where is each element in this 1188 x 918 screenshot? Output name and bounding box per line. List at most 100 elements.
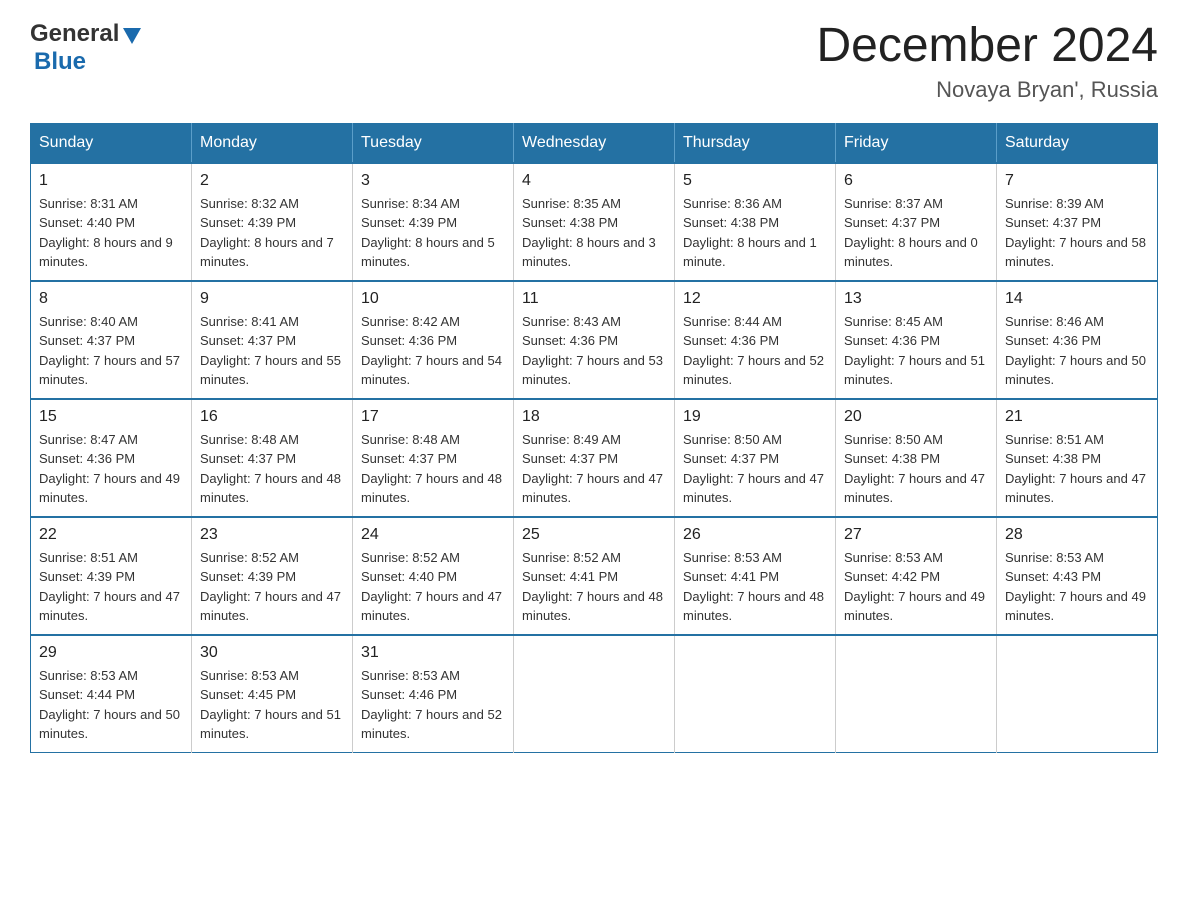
- calendar-day-cell: 8 Sunrise: 8:40 AM Sunset: 4:37 PM Dayli…: [31, 281, 192, 399]
- calendar-day-header: Monday: [192, 123, 353, 163]
- page-header: General Blue December 2024 Novaya Bryan'…: [30, 20, 1158, 103]
- day-info: Sunrise: 8:32 AM Sunset: 4:39 PM Dayligh…: [200, 194, 344, 272]
- title-block: December 2024 Novaya Bryan', Russia: [816, 20, 1158, 103]
- day-number: 14: [1005, 290, 1149, 308]
- calendar-day-header: Friday: [836, 123, 997, 163]
- calendar-day-header: Tuesday: [353, 123, 514, 163]
- calendar-day-cell: 16 Sunrise: 8:48 AM Sunset: 4:37 PM Dayl…: [192, 399, 353, 517]
- calendar-day-cell: 14 Sunrise: 8:46 AM Sunset: 4:36 PM Dayl…: [997, 281, 1158, 399]
- logo-triangle-icon: [121, 24, 143, 46]
- logo-general-text: General: [30, 20, 119, 48]
- day-info: Sunrise: 8:53 AM Sunset: 4:44 PM Dayligh…: [39, 666, 183, 744]
- day-info: Sunrise: 8:37 AM Sunset: 4:37 PM Dayligh…: [844, 194, 988, 272]
- day-info: Sunrise: 8:45 AM Sunset: 4:36 PM Dayligh…: [844, 312, 988, 390]
- calendar-day-cell: 31 Sunrise: 8:53 AM Sunset: 4:46 PM Dayl…: [353, 635, 514, 753]
- calendar-day-cell: 6 Sunrise: 8:37 AM Sunset: 4:37 PM Dayli…: [836, 163, 997, 281]
- calendar-day-cell: 27 Sunrise: 8:53 AM Sunset: 4:42 PM Dayl…: [836, 517, 997, 635]
- logo: General Blue: [30, 20, 143, 76]
- day-number: 23: [200, 526, 344, 544]
- day-number: 9: [200, 290, 344, 308]
- day-info: Sunrise: 8:52 AM Sunset: 4:40 PM Dayligh…: [361, 548, 505, 626]
- calendar-day-cell: 11 Sunrise: 8:43 AM Sunset: 4:36 PM Dayl…: [514, 281, 675, 399]
- day-number: 20: [844, 408, 988, 426]
- day-info: Sunrise: 8:49 AM Sunset: 4:37 PM Dayligh…: [522, 430, 666, 508]
- calendar-day-header: Thursday: [675, 123, 836, 163]
- day-info: Sunrise: 8:48 AM Sunset: 4:37 PM Dayligh…: [200, 430, 344, 508]
- calendar-week-row: 15 Sunrise: 8:47 AM Sunset: 4:36 PM Dayl…: [31, 399, 1158, 517]
- day-info: Sunrise: 8:53 AM Sunset: 4:43 PM Dayligh…: [1005, 548, 1149, 626]
- day-number: 18: [522, 408, 666, 426]
- calendar-week-row: 22 Sunrise: 8:51 AM Sunset: 4:39 PM Dayl…: [31, 517, 1158, 635]
- day-info: Sunrise: 8:41 AM Sunset: 4:37 PM Dayligh…: [200, 312, 344, 390]
- calendar-day-cell: [836, 635, 997, 753]
- calendar-day-cell: 9 Sunrise: 8:41 AM Sunset: 4:37 PM Dayli…: [192, 281, 353, 399]
- calendar-day-cell: 26 Sunrise: 8:53 AM Sunset: 4:41 PM Dayl…: [675, 517, 836, 635]
- day-info: Sunrise: 8:40 AM Sunset: 4:37 PM Dayligh…: [39, 312, 183, 390]
- calendar-day-cell: 3 Sunrise: 8:34 AM Sunset: 4:39 PM Dayli…: [353, 163, 514, 281]
- day-number: 10: [361, 290, 505, 308]
- day-number: 29: [39, 644, 183, 662]
- calendar-day-cell: 17 Sunrise: 8:48 AM Sunset: 4:37 PM Dayl…: [353, 399, 514, 517]
- day-number: 28: [1005, 526, 1149, 544]
- calendar-day-cell: 21 Sunrise: 8:51 AM Sunset: 4:38 PM Dayl…: [997, 399, 1158, 517]
- page-title: December 2024: [816, 20, 1158, 73]
- calendar-day-cell: 20 Sunrise: 8:50 AM Sunset: 4:38 PM Dayl…: [836, 399, 997, 517]
- day-info: Sunrise: 8:51 AM Sunset: 4:38 PM Dayligh…: [1005, 430, 1149, 508]
- calendar-day-cell: 28 Sunrise: 8:53 AM Sunset: 4:43 PM Dayl…: [997, 517, 1158, 635]
- logo-blue-text: Blue: [34, 48, 86, 76]
- calendar-day-header: Sunday: [31, 123, 192, 163]
- calendar-day-cell: [675, 635, 836, 753]
- day-info: Sunrise: 8:50 AM Sunset: 4:38 PM Dayligh…: [844, 430, 988, 508]
- day-number: 27: [844, 526, 988, 544]
- day-info: Sunrise: 8:53 AM Sunset: 4:45 PM Dayligh…: [200, 666, 344, 744]
- calendar-day-cell: 19 Sunrise: 8:50 AM Sunset: 4:37 PM Dayl…: [675, 399, 836, 517]
- day-info: Sunrise: 8:51 AM Sunset: 4:39 PM Dayligh…: [39, 548, 183, 626]
- calendar-day-cell: 25 Sunrise: 8:52 AM Sunset: 4:41 PM Dayl…: [514, 517, 675, 635]
- day-number: 30: [200, 644, 344, 662]
- day-info: Sunrise: 8:53 AM Sunset: 4:41 PM Dayligh…: [683, 548, 827, 626]
- day-number: 17: [361, 408, 505, 426]
- day-info: Sunrise: 8:44 AM Sunset: 4:36 PM Dayligh…: [683, 312, 827, 390]
- day-info: Sunrise: 8:52 AM Sunset: 4:41 PM Dayligh…: [522, 548, 666, 626]
- day-number: 24: [361, 526, 505, 544]
- calendar-header-row: SundayMondayTuesdayWednesdayThursdayFrid…: [31, 123, 1158, 163]
- calendar-week-row: 8 Sunrise: 8:40 AM Sunset: 4:37 PM Dayli…: [31, 281, 1158, 399]
- calendar-day-cell: 22 Sunrise: 8:51 AM Sunset: 4:39 PM Dayl…: [31, 517, 192, 635]
- calendar-day-cell: 7 Sunrise: 8:39 AM Sunset: 4:37 PM Dayli…: [997, 163, 1158, 281]
- day-number: 22: [39, 526, 183, 544]
- day-number: 2: [200, 172, 344, 190]
- calendar-day-cell: 23 Sunrise: 8:52 AM Sunset: 4:39 PM Dayl…: [192, 517, 353, 635]
- day-number: 6: [844, 172, 988, 190]
- day-info: Sunrise: 8:53 AM Sunset: 4:42 PM Dayligh…: [844, 548, 988, 626]
- day-number: 3: [361, 172, 505, 190]
- calendar-day-cell: 12 Sunrise: 8:44 AM Sunset: 4:36 PM Dayl…: [675, 281, 836, 399]
- day-info: Sunrise: 8:50 AM Sunset: 4:37 PM Dayligh…: [683, 430, 827, 508]
- day-info: Sunrise: 8:36 AM Sunset: 4:38 PM Dayligh…: [683, 194, 827, 272]
- day-number: 19: [683, 408, 827, 426]
- calendar-day-cell: 1 Sunrise: 8:31 AM Sunset: 4:40 PM Dayli…: [31, 163, 192, 281]
- calendar-day-cell: [997, 635, 1158, 753]
- day-info: Sunrise: 8:43 AM Sunset: 4:36 PM Dayligh…: [522, 312, 666, 390]
- day-number: 13: [844, 290, 988, 308]
- page-subtitle: Novaya Bryan', Russia: [816, 77, 1158, 103]
- calendar-day-cell: 2 Sunrise: 8:32 AM Sunset: 4:39 PM Dayli…: [192, 163, 353, 281]
- day-info: Sunrise: 8:48 AM Sunset: 4:37 PM Dayligh…: [361, 430, 505, 508]
- calendar-day-cell: 29 Sunrise: 8:53 AM Sunset: 4:44 PM Dayl…: [31, 635, 192, 753]
- calendar-day-header: Wednesday: [514, 123, 675, 163]
- day-info: Sunrise: 8:47 AM Sunset: 4:36 PM Dayligh…: [39, 430, 183, 508]
- day-number: 8: [39, 290, 183, 308]
- day-number: 1: [39, 172, 183, 190]
- day-number: 21: [1005, 408, 1149, 426]
- day-number: 4: [522, 172, 666, 190]
- day-number: 15: [39, 408, 183, 426]
- calendar-week-row: 29 Sunrise: 8:53 AM Sunset: 4:44 PM Dayl…: [31, 635, 1158, 753]
- day-number: 11: [522, 290, 666, 308]
- day-info: Sunrise: 8:46 AM Sunset: 4:36 PM Dayligh…: [1005, 312, 1149, 390]
- calendar-table: SundayMondayTuesdayWednesdayThursdayFrid…: [30, 123, 1158, 753]
- calendar-day-cell: 18 Sunrise: 8:49 AM Sunset: 4:37 PM Dayl…: [514, 399, 675, 517]
- day-number: 12: [683, 290, 827, 308]
- day-info: Sunrise: 8:39 AM Sunset: 4:37 PM Dayligh…: [1005, 194, 1149, 272]
- day-info: Sunrise: 8:52 AM Sunset: 4:39 PM Dayligh…: [200, 548, 344, 626]
- day-number: 25: [522, 526, 666, 544]
- calendar-day-cell: 5 Sunrise: 8:36 AM Sunset: 4:38 PM Dayli…: [675, 163, 836, 281]
